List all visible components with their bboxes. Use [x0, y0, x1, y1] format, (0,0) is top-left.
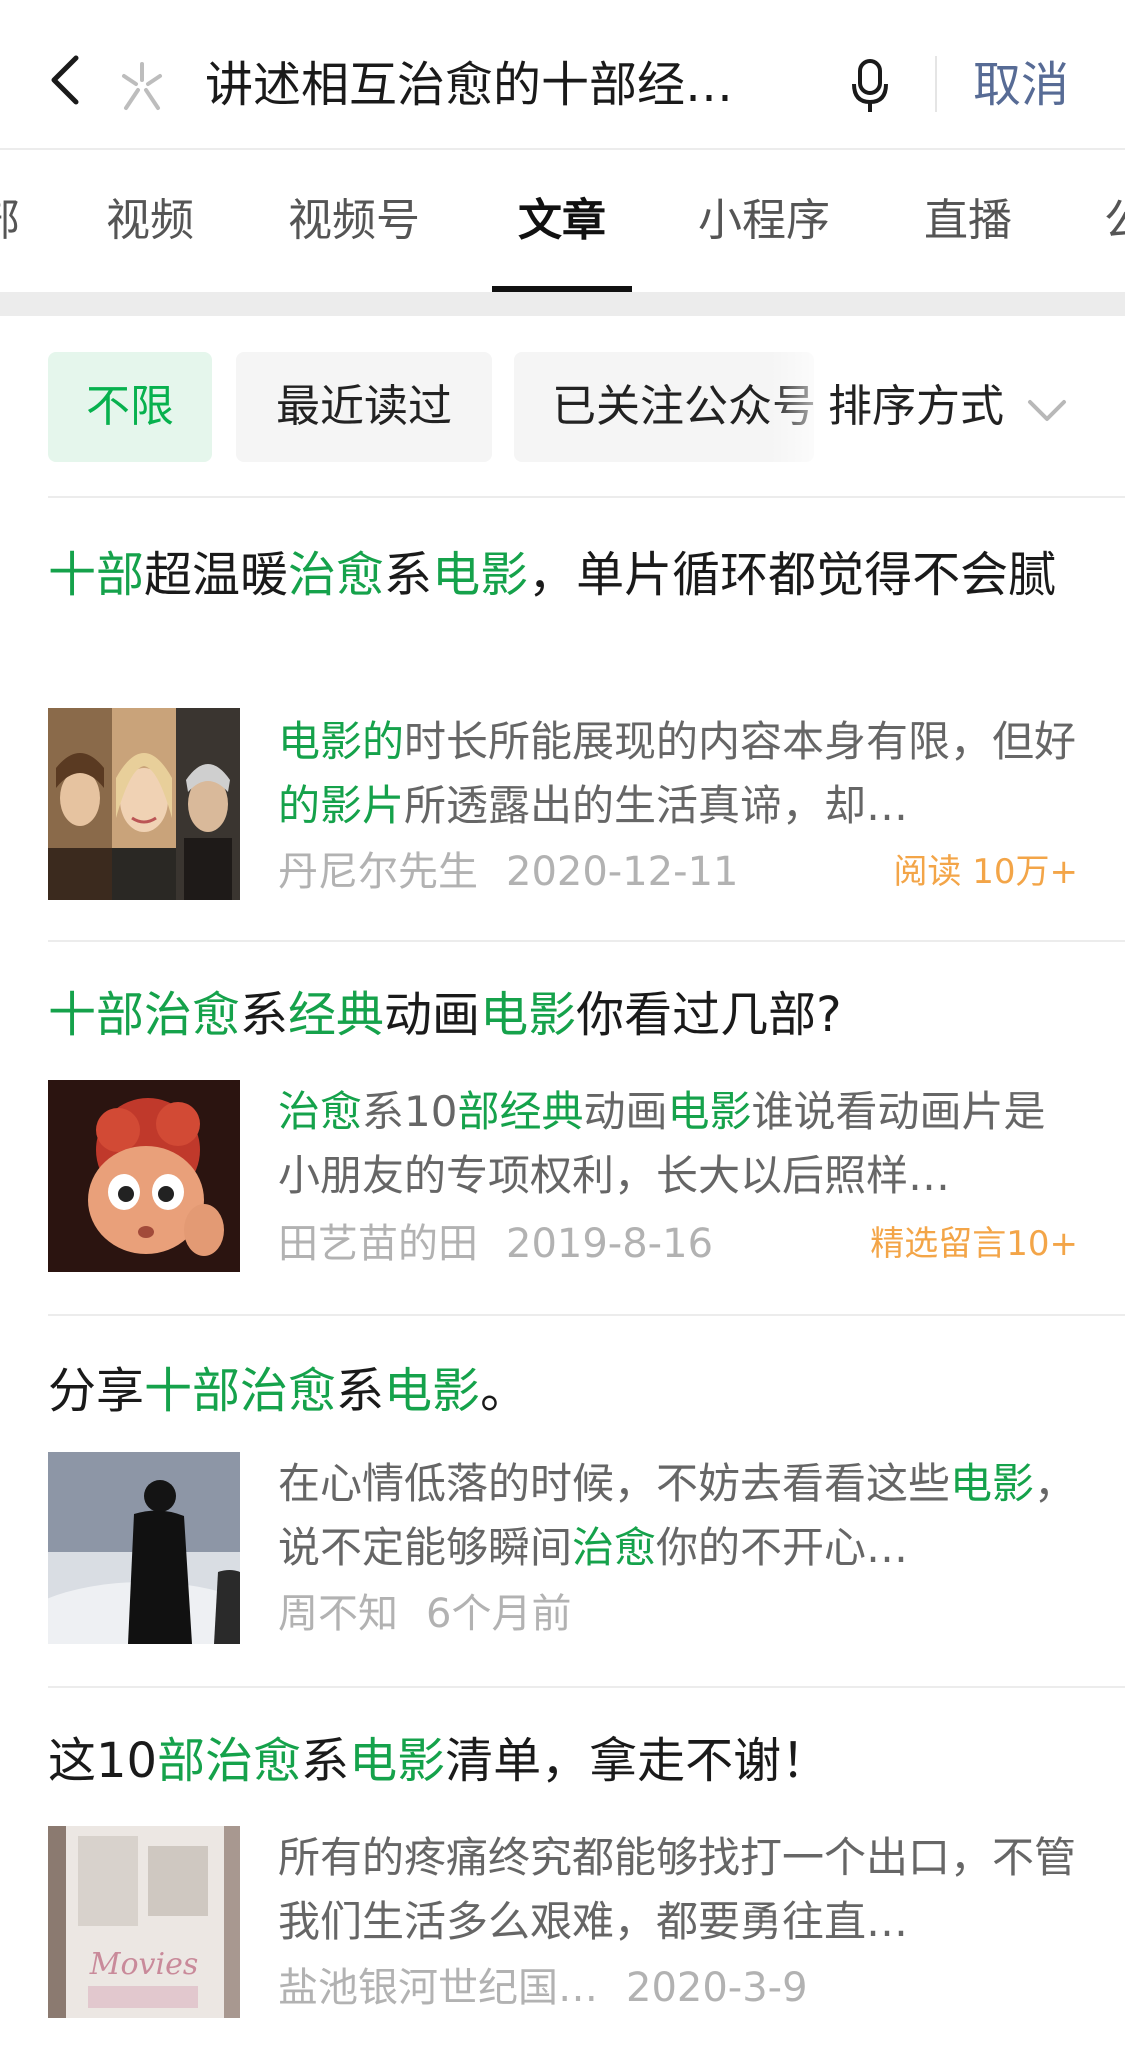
article-meta: 盐池银河世纪国… 2020-3-9	[278, 1960, 808, 2016]
tab-articles[interactable]: 文章	[518, 190, 606, 252]
divider	[935, 56, 937, 112]
article-author[interactable]: 盐池银河世纪国…	[278, 1965, 598, 2011]
title-highlight: 部治愈	[157, 1733, 302, 1789]
article-snippet: 电影的时长所能展现的内容本身有限，但好的影片所透露出的生活真谛，却…	[278, 710, 1078, 838]
snippet-text: 动画	[583, 1087, 668, 1136]
divider	[48, 496, 1125, 498]
filter-followed-accounts[interactable]: 已关注公众号	[514, 352, 814, 462]
snippet-text: 所透露出的生活真谛，却…	[404, 781, 909, 830]
article-title[interactable]: 这10部治愈系电影清单，拿走不谢！	[48, 1726, 1078, 1796]
title-text: 动画	[384, 987, 481, 1043]
title-highlight: 电影	[384, 1363, 481, 1419]
divider	[48, 1686, 1125, 1688]
article-thumbnail: Movies	[48, 1826, 240, 2018]
read-count-badge: 阅读 10万+	[893, 852, 1078, 892]
snippet-text: 时长所能展现的内容本身有限，但好	[404, 717, 1077, 766]
tab-bar: 部 视频 视频号 文章 小程序 直播 公	[0, 150, 1125, 292]
divider	[48, 940, 1125, 942]
divider	[48, 1314, 1125, 1316]
title-highlight: 治愈	[288, 547, 385, 603]
sort-button[interactable]: 排序方式	[828, 352, 1004, 462]
title-highlight: 电影	[480, 987, 577, 1043]
snippet-highlight: 治愈	[278, 1087, 363, 1136]
title-highlight: 十部	[48, 547, 145, 603]
snippet-text: 所有的疼痛终究都能够找打一个出口，不管我们生活多么艰难，都要勇往直…	[278, 1833, 1077, 1946]
title-text: ，单片循环都觉得不会腻	[528, 547, 1057, 603]
article-date: 2019-8-16	[506, 1221, 714, 1267]
article-thumbnail	[48, 708, 240, 900]
snippet-highlight: 电影的	[278, 717, 405, 766]
article-snippet: 所有的疼痛终究都能够找打一个出口，不管我们生活多么艰难，都要勇往直…	[278, 1826, 1078, 1954]
snippet-highlight: 部经典	[457, 1087, 584, 1136]
back-arrow-icon[interactable]	[44, 52, 88, 108]
article-author[interactable]: 周不知	[278, 1591, 398, 1637]
section-separator	[0, 292, 1125, 316]
article-meta: 周不知 6个月前	[278, 1586, 571, 1642]
snippet-text: 你的不开心…	[656, 1523, 909, 1572]
article-title[interactable]: 十部超温暖治愈系电影，单片循环都觉得不会腻	[48, 540, 1078, 610]
title-highlight: 经典	[288, 987, 385, 1043]
microphone-icon[interactable]	[850, 58, 890, 114]
title-highlight: 十部治愈	[48, 987, 241, 1043]
search-bar: 讲述相互治愈的十部经… 取消	[0, 0, 1125, 150]
article-thumbnail	[48, 1452, 240, 1644]
filter-unlimited[interactable]: 不限	[48, 352, 212, 462]
article-meta: 丹尼尔先生 2020-12-11	[278, 844, 738, 900]
article-meta: 田艺苗的田 2019-8-16	[278, 1216, 713, 1272]
article-item[interactable]: 这10部治愈系电影清单，拿走不谢！ Movies 所有的疼痛终究都能够找打一个出…	[48, 1726, 1078, 2051]
title-highlight: 电影	[432, 547, 529, 603]
article-item[interactable]: 十部治愈系经典动画电影你看过几部? 治愈系10部经典动画电影谁说看动画片是小朋友…	[48, 980, 1078, 1300]
snippet-text: 系10	[362, 1087, 458, 1136]
title-text: 这10	[48, 1733, 158, 1789]
article-author[interactable]: 田艺苗的田	[278, 1221, 478, 1267]
tab-all[interactable]: 部	[0, 190, 20, 252]
title-text: 清单，拿走不谢！	[445, 1733, 830, 1789]
filter-recently-read[interactable]: 最近读过	[236, 352, 492, 462]
article-date: 2020-12-11	[506, 849, 739, 895]
title-text: 你看过几部?	[576, 987, 842, 1043]
article-item[interactable]: 分享十部治愈系电影。 在心情低落的时候，不妨去看看这些电影，说不定能够瞬间治愈你…	[48, 1356, 1078, 1656]
tab-video[interactable]: 视频	[106, 190, 194, 252]
article-thumbnail	[48, 1080, 240, 1272]
title-text: 系	[240, 987, 289, 1043]
search-engine-icon	[122, 62, 162, 110]
article-snippet: 在心情低落的时候，不妨去看看这些电影，说不定能够瞬间治愈你的不开心…	[278, 1452, 1078, 1580]
title-text: 。	[480, 1363, 529, 1419]
filter-bar: 不限 最近读过 已关注公众号 排序方式	[0, 316, 1125, 496]
snippet-highlight: 治愈	[572, 1523, 657, 1572]
thumbnail-text: Movies	[89, 1947, 198, 1982]
title-highlight: 十部治愈	[144, 1363, 337, 1419]
cancel-button[interactable]: 取消	[973, 50, 1069, 120]
article-snippet: 治愈系10部经典动画电影谁说看动画片是小朋友的专项权利，长大以后照样…	[278, 1080, 1078, 1208]
tab-official-accounts[interactable]: 公	[1104, 190, 1125, 252]
title-text: 系	[301, 1733, 350, 1789]
title-text: 分享	[48, 1363, 145, 1419]
snippet-highlight: 的影片	[278, 781, 405, 830]
article-date: 2020-3-9	[626, 1965, 808, 2011]
article-date: 6个月前	[426, 1591, 572, 1637]
snippet-highlight: 电影	[950, 1459, 1035, 1508]
title-text: 系	[336, 1363, 385, 1419]
tab-channels[interactable]: 视频号	[288, 190, 420, 252]
comments-badge: 精选留言10+	[870, 1224, 1078, 1264]
title-text: 系	[384, 547, 433, 603]
tab-mini-programs[interactable]: 小程序	[698, 190, 830, 252]
tab-live[interactable]: 直播	[924, 190, 1012, 252]
chevron-down-icon[interactable]	[1026, 398, 1068, 424]
title-highlight: 电影	[349, 1733, 446, 1789]
title-text: 超温暖	[144, 547, 289, 603]
article-title[interactable]: 十部治愈系经典动画电影你看过几部?	[48, 980, 1078, 1050]
article-item[interactable]: 十部超温暖治愈系电影，单片循环都觉得不会腻 电影的时长所能展现的内容本身有限，但…	[48, 540, 1078, 920]
snippet-text: 在心情低落的时候，不妨去看看这些	[278, 1459, 951, 1508]
article-author[interactable]: 丹尼尔先生	[278, 849, 478, 895]
article-title[interactable]: 分享十部治愈系电影。	[48, 1356, 1078, 1426]
snippet-highlight: 电影	[667, 1087, 752, 1136]
search-input[interactable]: 讲述相互治愈的十部经…	[205, 50, 785, 120]
